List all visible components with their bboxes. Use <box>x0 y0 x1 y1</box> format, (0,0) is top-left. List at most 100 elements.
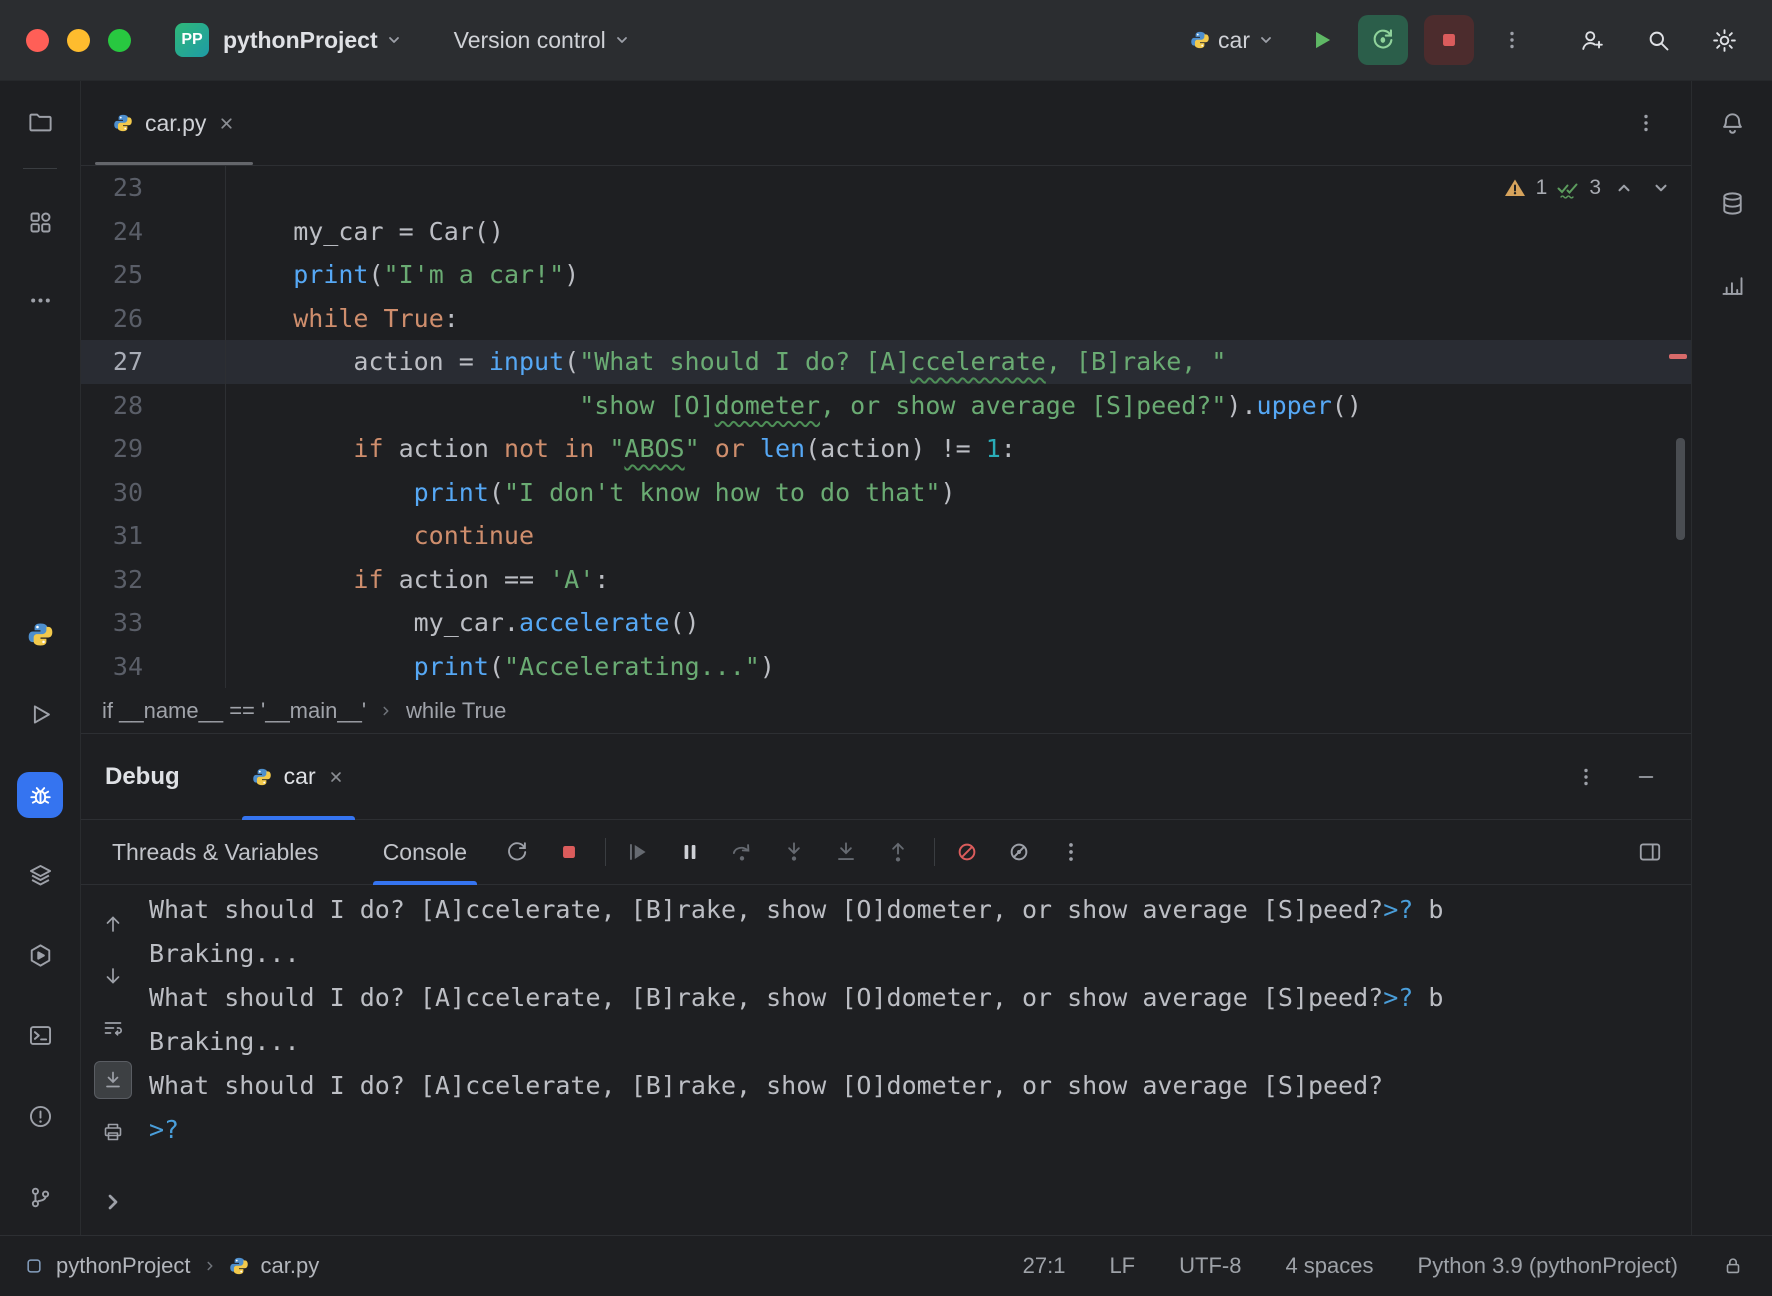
close-tab-button[interactable] <box>218 115 235 132</box>
resume-button[interactable] <box>618 832 658 872</box>
line-number[interactable]: 31 <box>81 514 226 558</box>
terminal-toolwindow-button[interactable] <box>18 1013 62 1057</box>
hide-panel-button[interactable] <box>1631 762 1661 792</box>
minimize-window-button[interactable] <box>67 29 90 52</box>
step-over-button[interactable] <box>722 832 762 872</box>
soft-wrap-button[interactable] <box>94 1009 132 1047</box>
structure-toolwindow-button[interactable] <box>18 200 62 244</box>
problems-toolwindow-button[interactable] <box>18 1094 62 1138</box>
step-into-button[interactable] <box>774 832 814 872</box>
previous-problem-button[interactable] <box>1610 174 1638 202</box>
code-line-34[interactable]: 34 print("Accelerating...") <box>81 645 1691 689</box>
editor[interactable]: 2324 my_car = Car()25 print("I'm a car!"… <box>81 166 1691 688</box>
line-number[interactable]: 33 <box>81 601 226 645</box>
services-toolwindow-button[interactable] <box>18 933 62 977</box>
code-line-24[interactable]: 24 my_car = Car() <box>81 210 1691 254</box>
mute-breakpoints-button[interactable] <box>947 832 987 872</box>
code-line-28[interactable]: 28 "show [O]dometer, or show average [S]… <box>81 384 1691 428</box>
code-line-32[interactable]: 32 if action == 'A': <box>81 558 1691 602</box>
step-out-button[interactable] <box>878 832 918 872</box>
more-toolwindows-button[interactable] <box>18 278 62 322</box>
code-line-31[interactable]: 31 continue <box>81 514 1691 558</box>
scroll-down-button[interactable] <box>94 957 132 995</box>
caret-position-widget[interactable]: 27:1 <box>1023 1253 1066 1279</box>
tab-threads-variables[interactable]: Threads & Variables <box>108 820 323 884</box>
code-token: if <box>353 565 383 594</box>
stop-button[interactable] <box>1424 15 1474 65</box>
line-number[interactable]: 27 <box>81 340 226 384</box>
breadcrumb-item-while[interactable]: while True <box>406 698 506 724</box>
tab-console[interactable]: Console <box>379 820 471 884</box>
run-toolwindow-button[interactable] <box>18 692 62 736</box>
packages-toolwindow-button[interactable] <box>18 853 62 897</box>
line-number[interactable]: 30 <box>81 471 226 515</box>
project-widget[interactable]: pythonProject <box>223 27 402 54</box>
rerun-button[interactable] <box>497 832 537 872</box>
metrics-toolwindow-button[interactable] <box>1710 263 1754 307</box>
close-window-button[interactable] <box>26 29 49 52</box>
code-line-27[interactable]: 27 action = input("What should I do? [A]… <box>81 340 1691 384</box>
vcs-widget[interactable]: Version control <box>454 27 630 54</box>
search-everywhere-button[interactable] <box>1636 18 1680 62</box>
view-breakpoints-button[interactable] <box>999 832 1039 872</box>
lock-icon[interactable] <box>1722 1255 1744 1277</box>
inspections-widget[interactable]: 1 3 <box>1503 174 1675 202</box>
project-badge[interactable]: PP <box>175 23 209 57</box>
pause-button[interactable] <box>670 832 710 872</box>
line-number[interactable]: 32 <box>81 558 226 602</box>
code-line-23[interactable]: 23 <box>81 166 1691 210</box>
breadcrumb-item-main[interactable]: if __name__ == '__main__' <box>102 698 366 724</box>
notifications-button[interactable] <box>1710 101 1754 145</box>
line-number[interactable]: 24 <box>81 210 226 254</box>
code-token: action <box>384 434 504 463</box>
editor-scrollbar-thumb[interactable] <box>1676 438 1685 540</box>
line-number[interactable]: 23 <box>81 166 226 210</box>
interpreter-widget[interactable]: Python 3.9 (pythonProject) <box>1418 1253 1678 1279</box>
encoding-widget[interactable]: UTF-8 <box>1179 1253 1241 1279</box>
code-line-29[interactable]: 29 if action not in "ABOS" or len(action… <box>81 427 1691 471</box>
debug-toolwindow-button[interactable] <box>17 772 63 818</box>
scroll-to-end-button[interactable] <box>94 1061 132 1099</box>
stop-process-button[interactable] <box>549 832 589 872</box>
panel-options-button[interactable] <box>1571 762 1601 792</box>
layout-settings-button[interactable] <box>1635 837 1665 867</box>
code-line-26[interactable]: 26 while True: <box>81 297 1691 341</box>
settings-button[interactable] <box>1702 18 1746 62</box>
expand-gutter-button[interactable] <box>94 1183 132 1221</box>
scroll-up-button[interactable] <box>94 905 132 943</box>
rerun-debug-button[interactable] <box>1358 15 1408 65</box>
code-token: input <box>489 347 564 376</box>
close-session-button[interactable] <box>328 768 345 785</box>
line-number[interactable]: 26 <box>81 297 226 341</box>
console-output[interactable]: What should I do? [A]ccelerate, [B]rake,… <box>145 885 1691 1235</box>
line-number[interactable]: 29 <box>81 427 226 471</box>
force-step-into-button[interactable] <box>826 832 866 872</box>
code-line-25[interactable]: 25 print("I'm a car!") <box>81 253 1691 297</box>
git-toolwindow-button[interactable] <box>18 1175 62 1219</box>
code-line-33[interactable]: 33 my_car.accelerate() <box>81 601 1691 645</box>
print-button[interactable] <box>94 1113 132 1151</box>
console-more-button[interactable] <box>1051 832 1091 872</box>
code-with-me-button[interactable] <box>1570 18 1614 62</box>
line-number[interactable]: 34 <box>81 645 226 689</box>
debug-session-tab[interactable]: car <box>238 734 359 819</box>
line-ending-widget[interactable]: LF <box>1109 1253 1135 1279</box>
code-token: action == <box>384 565 550 594</box>
code-token: print <box>293 260 368 289</box>
line-number[interactable]: 25 <box>81 253 226 297</box>
python-console-button[interactable] <box>18 612 62 656</box>
line-number[interactable]: 28 <box>81 384 226 428</box>
next-problem-button[interactable] <box>1647 174 1675 202</box>
code-token: ABOS <box>624 434 684 463</box>
maximize-window-button[interactable] <box>108 29 131 52</box>
project-toolwindow-button[interactable] <box>18 100 62 144</box>
code-line-30[interactable]: 30 print("I don't know how to do that") <box>81 471 1691 515</box>
right-toolwindow-rail <box>1691 81 1772 1235</box>
database-toolwindow-button[interactable] <box>1710 181 1754 225</box>
editor-tab-car-py[interactable]: car.py <box>95 81 253 165</box>
run-config-selector[interactable]: car <box>1190 27 1274 54</box>
indent-widget[interactable]: 4 spaces <box>1285 1253 1373 1279</box>
run-button[interactable] <box>1300 18 1344 62</box>
more-actions-button[interactable] <box>1490 18 1534 62</box>
tab-options-button[interactable] <box>1631 108 1661 138</box>
